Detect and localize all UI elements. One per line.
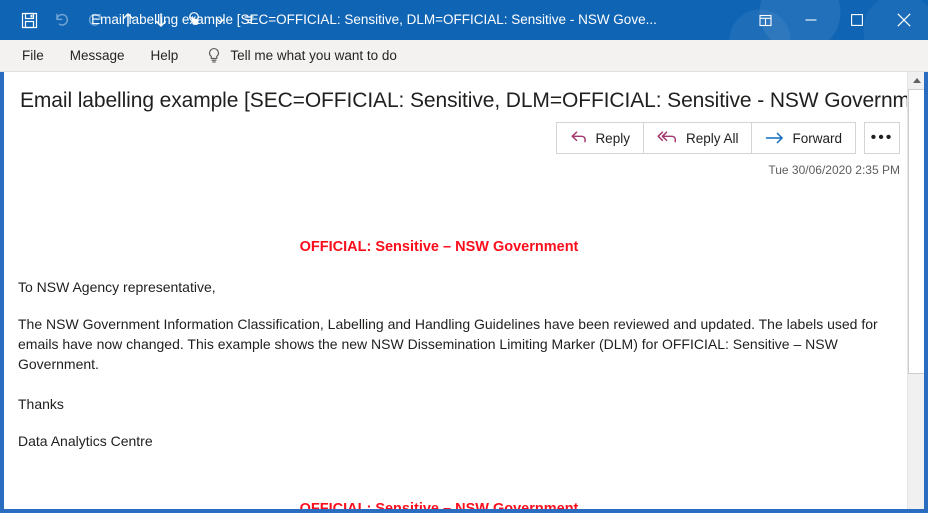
- reply-action-group: Reply Reply All Forward: [556, 122, 856, 155]
- forward-arrow-icon: [765, 131, 785, 145]
- touch-mode-dropdown-icon[interactable]: [212, 5, 228, 35]
- scroll-up-button[interactable]: [908, 72, 924, 89]
- window-controls: [742, 0, 928, 40]
- previous-item-icon[interactable]: [113, 5, 143, 35]
- quick-access-toolbar: [0, 0, 260, 40]
- save-icon[interactable]: [14, 5, 44, 35]
- reply-all-button[interactable]: Reply All: [642, 122, 753, 155]
- minimize-button[interactable]: [788, 0, 834, 40]
- message-reading-pane: Email labelling example [SEC=OFFICIAL: S…: [0, 72, 928, 513]
- forward-button-label: Forward: [792, 130, 842, 146]
- body-signature: Data Analytics Centre: [18, 432, 153, 449]
- scrollbar-track[interactable]: [908, 374, 924, 509]
- tell-me-placeholder: Tell me what you want to do: [230, 48, 397, 63]
- reply-all-button-label: Reply All: [685, 130, 739, 146]
- message-content: Email labelling example [SEC=OFFICIAL: S…: [4, 72, 924, 509]
- undo-icon[interactable]: [47, 5, 77, 35]
- close-button[interactable]: [880, 0, 928, 40]
- ribbon-tab-help[interactable]: Help: [139, 44, 191, 67]
- tell-me-search[interactable]: Tell me what you want to do: [206, 47, 397, 64]
- message-subject: Email labelling example [SEC=OFFICIAL: S…: [20, 89, 928, 112]
- restore-down-button[interactable]: [742, 0, 788, 40]
- body-salutation: To NSW Agency representative,: [18, 279, 216, 296]
- more-actions-button[interactable]: •••: [864, 122, 900, 155]
- classification-banner-bottom: OFFICIAL: Sensitive – NSW Government: [299, 501, 579, 513]
- redo-icon[interactable]: [80, 5, 110, 35]
- ribbon-tab-bar: File Message Help Tell me what you want …: [0, 40, 928, 72]
- lightbulb-icon: [206, 47, 222, 64]
- next-item-icon[interactable]: [146, 5, 176, 35]
- ribbon-tab-file[interactable]: File: [10, 44, 56, 67]
- customize-quick-access-toolbar-icon[interactable]: [241, 5, 257, 35]
- title-bar: Email labelling example [SEC=OFFICIAL: S…: [0, 0, 928, 40]
- maximize-button[interactable]: [834, 0, 880, 40]
- reply-button[interactable]: Reply: [556, 122, 644, 155]
- body-closing: Thanks: [18, 396, 64, 413]
- message-timestamp: Tue 30/06/2020 2:35 PM: [768, 163, 900, 178]
- scrollbar-thumb[interactable]: [908, 89, 924, 374]
- chevron-up-icon: [912, 78, 921, 83]
- body-paragraph: The NSW Government Information Classific…: [18, 315, 878, 373]
- touch-mode-icon[interactable]: [179, 5, 209, 35]
- reply-all-arrow-icon: [657, 130, 679, 146]
- outlook-message-window: Email labelling example [SEC=OFFICIAL: S…: [0, 0, 928, 513]
- forward-button[interactable]: Forward: [751, 122, 856, 155]
- vertical-scrollbar[interactable]: [907, 72, 924, 509]
- ribbon-tab-message[interactable]: Message: [58, 44, 137, 67]
- reply-button-label: Reply: [595, 130, 630, 146]
- classification-banner-top: OFFICIAL: Sensitive – NSW Government: [299, 239, 579, 256]
- reply-arrow-icon: [570, 130, 588, 146]
- message-action-row: Reply Reply All Forward •••: [4, 118, 924, 158]
- message-body: OFFICIAL: Sensitive – NSW Government To …: [4, 201, 924, 513]
